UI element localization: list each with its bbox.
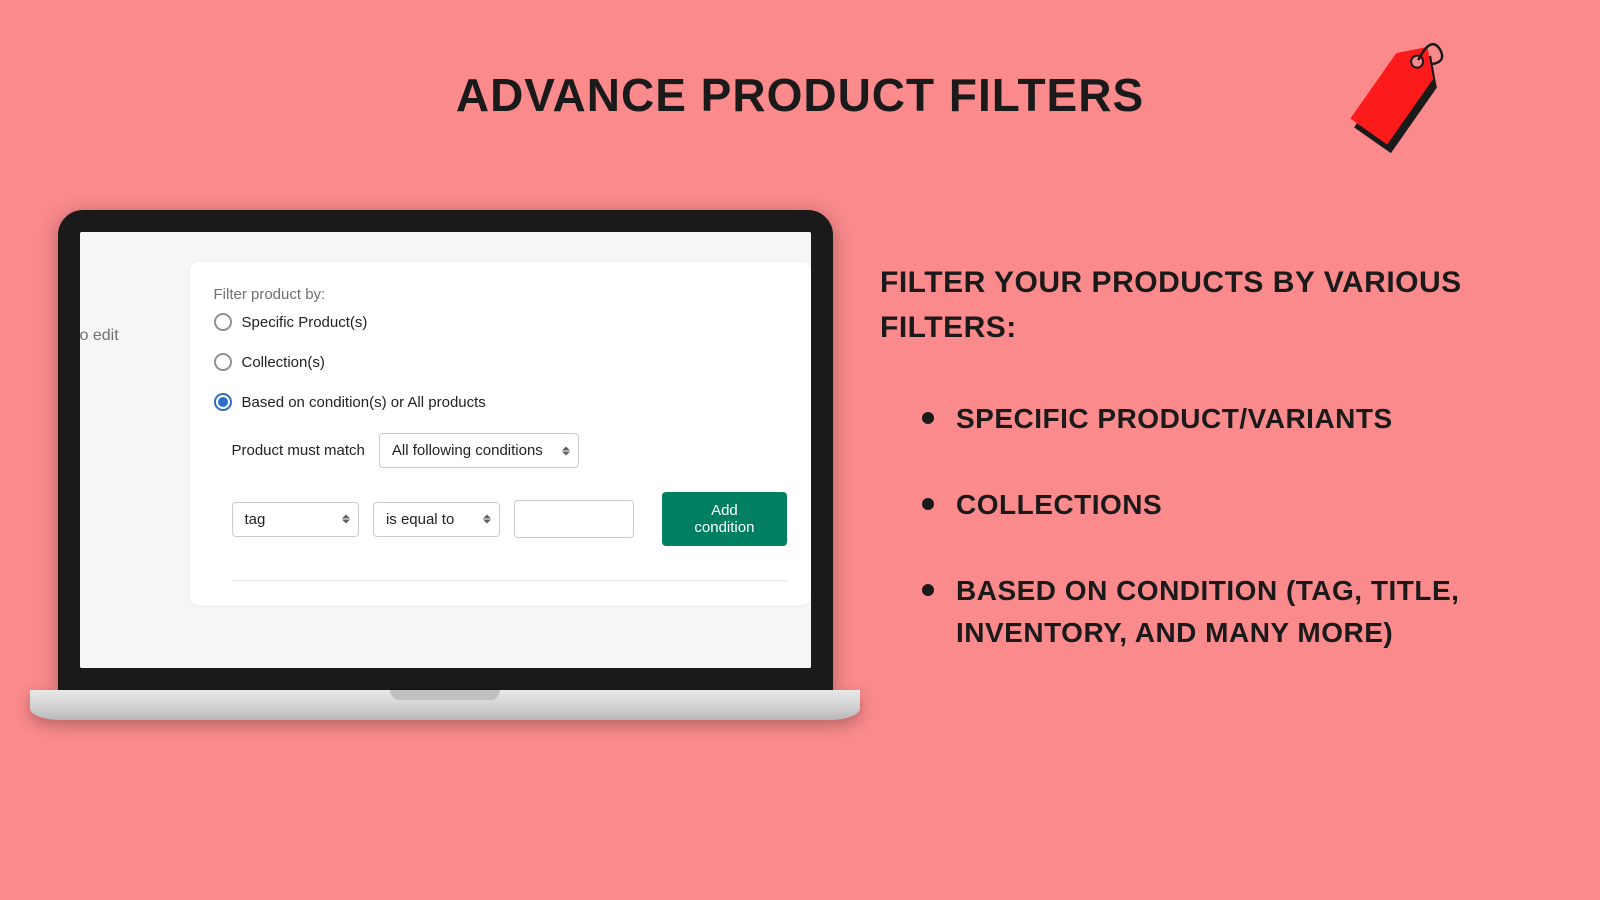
condition-operator-select[interactable]: is equal to <box>373 502 500 537</box>
select-value: is equal to <box>386 511 454 528</box>
bullet-item: SPECIFIC PRODUCT/VARIANTS <box>930 398 1500 440</box>
radio-conditions[interactable]: Based on condition(s) or All products <box>214 393 787 411</box>
bullet-item: BASED ON CONDITION (TAG, TITLE, INVENTOR… <box>930 570 1500 654</box>
marketing-copy: FILTER YOUR PRODUCTS BY VARIOUS FILTERS:… <box>880 260 1500 698</box>
chevron-sort-icon <box>342 515 350 524</box>
radio-collections[interactable]: Collection(s) <box>214 353 787 371</box>
radio-icon-checked <box>214 393 232 411</box>
sidebar-text-fragment: o edit <box>80 327 119 345</box>
radio-icon <box>214 353 232 371</box>
add-condition-button[interactable]: Add condition <box>662 492 786 546</box>
chevron-sort-icon <box>562 446 570 455</box>
radio-label: Specific Product(s) <box>242 314 368 331</box>
radio-label: Collection(s) <box>242 354 325 371</box>
radio-icon <box>214 313 232 331</box>
filter-by-label: Filter product by: <box>214 286 787 303</box>
condition-field-select[interactable]: tag <box>232 502 359 537</box>
condition-builder: Product must match All following conditi… <box>214 433 787 581</box>
filter-card: Filter product by: Specific Product(s) C… <box>190 262 811 605</box>
price-tag-icon <box>1330 30 1460 160</box>
condition-value-input[interactable] <box>514 500 634 538</box>
select-value: tag <box>245 511 266 528</box>
bullet-item: COLLECTIONS <box>930 484 1500 526</box>
divider <box>232 580 787 581</box>
radio-label: Based on condition(s) or All products <box>242 394 486 411</box>
laptop-base <box>30 690 860 720</box>
radio-specific-products[interactable]: Specific Product(s) <box>214 313 787 331</box>
select-value: All following conditions <box>392 442 543 459</box>
match-label: Product must match <box>232 442 365 459</box>
chevron-sort-icon <box>483 515 491 524</box>
match-mode-select[interactable]: All following conditions <box>379 433 579 468</box>
laptop-mockup: o edit Filter product by: Specific Produ… <box>30 210 860 720</box>
copy-heading: FILTER YOUR PRODUCTS BY VARIOUS FILTERS: <box>880 260 1500 350</box>
